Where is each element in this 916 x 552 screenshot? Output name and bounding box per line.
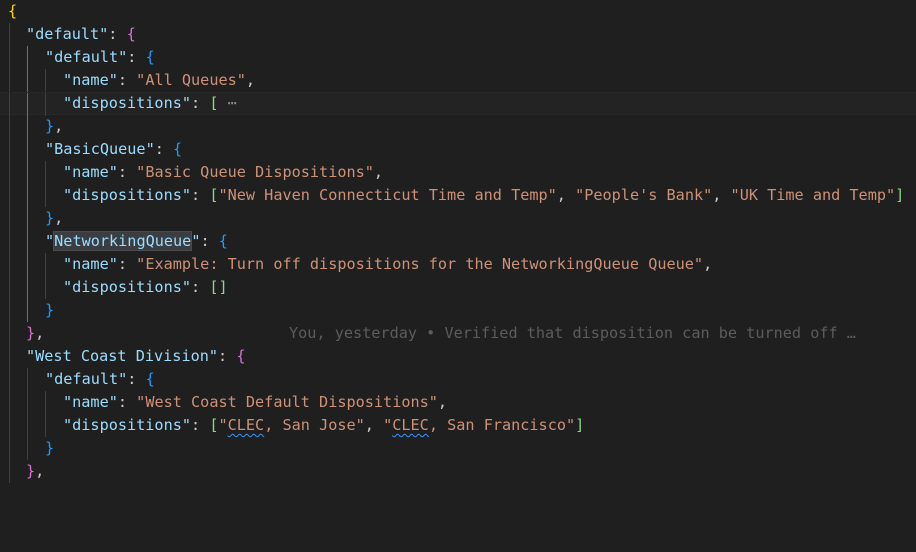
code-line[interactable]: "default": { xyxy=(0,23,916,46)
json-key: "dispositions" xyxy=(63,278,192,296)
json-key: "dispositions" xyxy=(63,186,192,204)
code-line[interactable]: } xyxy=(0,299,916,322)
json-key: "default" xyxy=(26,25,109,43)
code-line-current[interactable]: "dispositions": [ ⋯ xyxy=(0,92,916,116)
code-line[interactable]: "dispositions": ["CLEC, San Jose", "CLEC… xyxy=(0,414,916,437)
json-string: "Example: Turn off dispositions for the … xyxy=(136,255,704,273)
code-line[interactable]: "name": "West Coast Default Dispositions… xyxy=(0,391,916,414)
code-line[interactable]: "NetworkingQueue": { You, yesterday • Ve… xyxy=(0,230,916,342)
code-line[interactable]: } xyxy=(0,437,916,460)
code-line[interactable]: "default": { xyxy=(0,368,916,391)
code-line[interactable]: { xyxy=(0,0,916,23)
json-key: "name" xyxy=(63,255,118,273)
spelling-warning[interactable]: CLEC xyxy=(392,416,429,434)
code-line[interactable]: }, xyxy=(0,115,916,138)
brace-open: { xyxy=(8,2,18,20)
code-line[interactable]: "dispositions": ["New Haven Connecticut … xyxy=(0,184,916,207)
code-line[interactable]: "BasicQueue": { xyxy=(0,138,916,161)
json-key: "name" xyxy=(63,393,118,411)
json-string: "New Haven Connecticut Time and Temp" xyxy=(218,186,557,204)
code-line[interactable]: "name": "All Queues", xyxy=(0,69,916,92)
json-string: "People's Bank" xyxy=(575,186,713,204)
spelling-warning[interactable]: CLEC xyxy=(228,416,265,434)
code-line[interactable]: }, xyxy=(0,207,916,230)
code-line[interactable]: }, xyxy=(0,322,916,345)
json-key: "BasicQueue" xyxy=(45,140,155,158)
json-key: "dispositions" xyxy=(63,416,192,434)
code-editor[interactable]: { "default": { "default": { "name": "All… xyxy=(0,0,916,483)
json-key: "default" xyxy=(45,370,128,388)
json-array: [] xyxy=(209,278,228,296)
json-string: "CLEC, San Jose" xyxy=(218,416,365,434)
json-key: "NetworkingQueue" xyxy=(45,231,201,251)
folded-region-icon[interactable]: ⋯ xyxy=(228,94,237,112)
code-line[interactable]: "West Coast Division": { xyxy=(0,345,916,368)
selection-highlight: NetworkingQueue xyxy=(53,231,193,251)
json-key: "dispositions" xyxy=(63,94,192,112)
code-line[interactable]: }, xyxy=(0,460,916,483)
json-string: "Basic Queue Dispositions" xyxy=(136,163,374,181)
json-key: "name" xyxy=(63,71,118,89)
code-line[interactable]: "dispositions": [] xyxy=(0,276,916,299)
json-key: "West Coast Division" xyxy=(26,347,219,365)
json-key: "name" xyxy=(63,163,118,181)
json-string: "West Coast Default Dispositions" xyxy=(136,393,438,411)
json-key: "default" xyxy=(45,48,128,66)
json-string: "All Queues" xyxy=(136,71,246,89)
code-line[interactable]: "name": "Example: Turn off dispositions … xyxy=(0,253,916,276)
json-string: "CLEC, San Francisco" xyxy=(383,416,576,434)
json-string: "UK Time and Temp" xyxy=(730,186,896,204)
code-line[interactable]: "default": { xyxy=(0,46,916,69)
code-line[interactable]: "name": "Basic Queue Dispositions", xyxy=(0,161,916,184)
